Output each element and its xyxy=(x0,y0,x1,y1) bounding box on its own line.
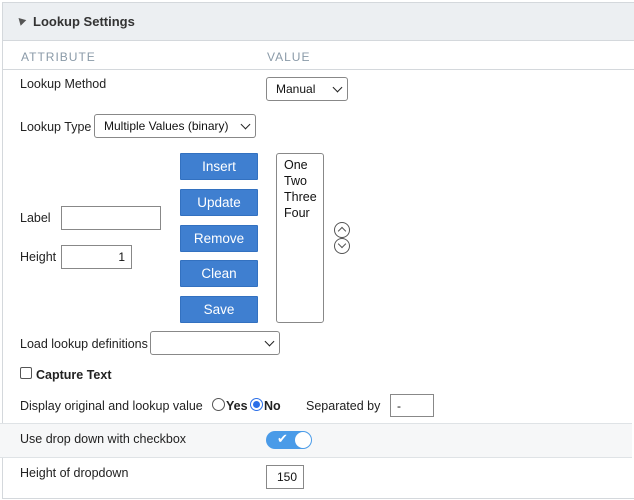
chevron-down-icon xyxy=(264,336,275,347)
toggle-knob xyxy=(295,432,311,448)
lookup-method-label: Lookup Method xyxy=(20,77,107,91)
column-headers: ATTRIBUTE VALUE xyxy=(3,43,634,70)
update-button[interactable]: Update xyxy=(180,189,258,216)
load-definitions-select[interactable] xyxy=(150,331,280,355)
value-column-header: VALUE xyxy=(267,50,311,64)
chevron-down-icon xyxy=(240,119,251,130)
label-input[interactable] xyxy=(61,206,161,230)
lookup-method-select[interactable]: Manual xyxy=(266,77,348,101)
remove-button[interactable]: Remove xyxy=(180,225,258,252)
move-up-icon[interactable] xyxy=(334,222,350,238)
clean-button[interactable]: Clean xyxy=(180,260,258,287)
list-item[interactable]: One xyxy=(284,157,323,173)
collapse-arrow-icon[interactable] xyxy=(15,15,27,26)
save-button[interactable]: Save xyxy=(180,296,258,323)
separated-by-label: Separated by xyxy=(306,399,381,413)
dropdown-height-label: Height of dropdown xyxy=(20,466,129,480)
attribute-column-header: ATTRIBUTE xyxy=(21,50,96,64)
move-down-icon[interactable] xyxy=(334,238,350,254)
insert-button[interactable]: Insert xyxy=(180,153,258,180)
row-divider xyxy=(0,457,632,458)
capture-text-label: Capture Text xyxy=(36,368,112,382)
display-original-label: Display original and lookup value xyxy=(20,399,203,413)
dropdown-checkbox-label: Use drop down with checkbox xyxy=(20,432,187,446)
panel-title: Lookup Settings xyxy=(33,14,135,29)
chevron-down-icon xyxy=(332,82,343,93)
display-original-no-radio[interactable] xyxy=(250,398,263,411)
height-input[interactable]: 1 xyxy=(61,245,132,269)
lookup-type-select[interactable]: Multiple Values (binary) xyxy=(94,114,256,138)
separated-by-input[interactable]: - xyxy=(390,394,434,417)
lookup-method-value: Manual xyxy=(276,82,316,96)
list-item[interactable]: Four xyxy=(284,205,323,221)
row-divider xyxy=(0,423,632,424)
values-listbox[interactable]: One Two Three Four xyxy=(276,153,324,323)
dropdown-height-input[interactable]: 150 xyxy=(266,465,304,489)
check-icon: ✔ xyxy=(277,432,288,447)
display-original-yes-radio[interactable] xyxy=(212,398,225,411)
capture-text-checkbox[interactable] xyxy=(20,367,32,379)
label-field-label: Label xyxy=(20,211,51,225)
panel-header[interactable]: Lookup Settings xyxy=(3,3,634,41)
list-item[interactable]: Two xyxy=(284,173,323,189)
lookup-type-label: Lookup Type xyxy=(20,120,92,134)
no-radio-label: No xyxy=(264,399,281,413)
yes-radio-label: Yes xyxy=(226,399,248,413)
dropdown-checkbox-toggle[interactable]: ✔ xyxy=(266,431,312,449)
lookup-type-value: Multiple Values (binary) xyxy=(104,119,229,133)
list-item[interactable]: Three xyxy=(284,189,323,205)
load-definitions-label: Load lookup definitions xyxy=(20,337,148,351)
height-field-label: Height xyxy=(20,250,57,264)
